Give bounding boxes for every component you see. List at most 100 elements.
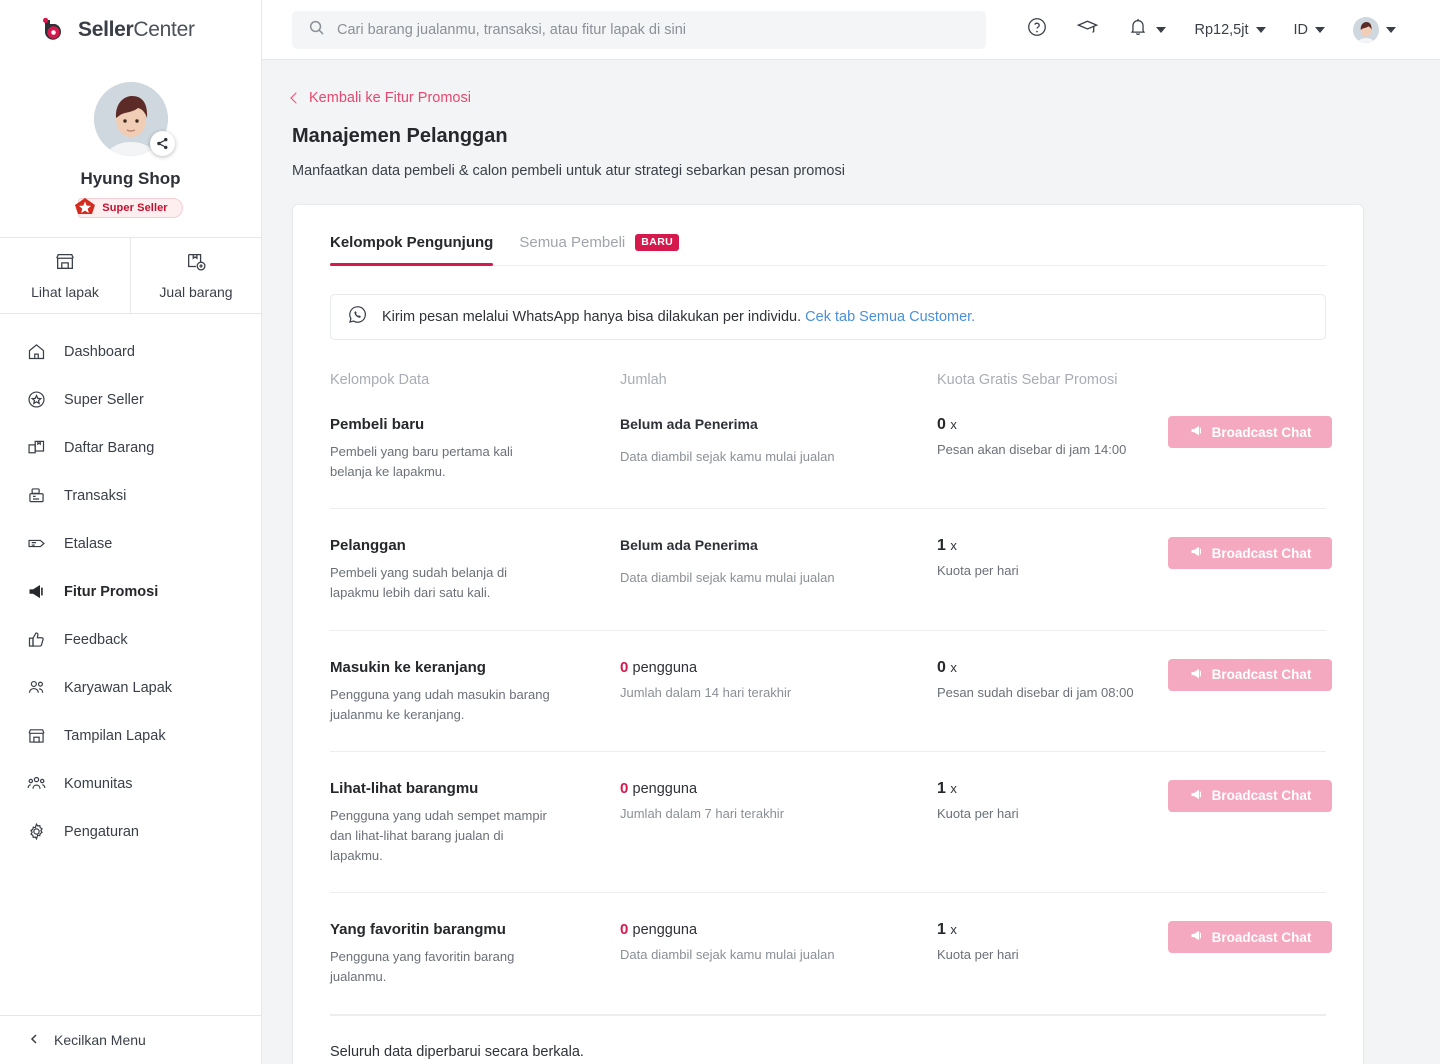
community-icon: [24, 772, 48, 796]
sidebar-item-feedback[interactable]: Feedback: [0, 616, 261, 664]
row-jumlah-cell: 0 pengguna Jumlah dalam 14 hari terakhir: [620, 659, 937, 725]
row-name: Yang favoritin barangmu: [330, 921, 506, 939]
table-footnote: Seluruh data diperbarui secara berkala.: [330, 1014, 1326, 1064]
tab-semua-pembeli[interactable]: Semua Pembeli BARU: [519, 234, 680, 265]
row-group-cell: Pelanggan Pembeli yang sudah belanja di …: [330, 537, 620, 603]
graduation-cap-icon: [1076, 16, 1099, 44]
megaphone-icon: [1189, 544, 1204, 562]
home-icon: [24, 340, 48, 364]
jumlah-value: 0: [620, 921, 629, 939]
whatsapp-notice: Kirim pesan melalui WhatsApp hanya bisa …: [330, 294, 1326, 340]
row-name: Lihat-lihat barangmu: [330, 779, 479, 797]
broadcast-chat-button[interactable]: Broadcast Chat: [1168, 416, 1332, 448]
star-circle-icon: [24, 388, 48, 412]
sidebar-item-komunitas[interactable]: Komunitas: [0, 760, 261, 808]
product-list-icon: [24, 436, 48, 460]
quick-action-jual-barang[interactable]: Jual barang: [130, 237, 261, 313]
sidebar-item-transaksi[interactable]: Transaksi: [0, 472, 261, 520]
row-group-cell: Yang favoritin barangmu Pengguna yang fa…: [330, 921, 620, 987]
jumlah-unit: pengguna: [632, 659, 698, 676]
column-header-jumlah: Jumlah: [620, 372, 667, 388]
page-title: Manajemen Pelanggan: [292, 125, 508, 147]
row-jumlah-cell: Belum ada Penerima Data diambil sejak ka…: [620, 537, 937, 603]
megaphone-icon: [24, 580, 48, 604]
share-icon[interactable]: [149, 131, 175, 156]
row-quota-cell: 1 x Kuota per hari: [937, 780, 1168, 866]
sidebar-item-super-seller[interactable]: Super Seller: [0, 376, 261, 424]
row-quota-sub: Kuota per hari: [937, 947, 1019, 963]
row-jumlah-cell: 0 pengguna Data diambil sejak kamu mulai…: [620, 921, 937, 987]
sidebar-item-karyawan-lapak[interactable]: Karyawan Lapak: [0, 664, 261, 712]
account-button[interactable]: [1339, 10, 1410, 50]
cash-register-icon: [24, 484, 48, 508]
whatsapp-notice-text: Kirim pesan melalui WhatsApp hanya bisa …: [382, 309, 975, 325]
broadcast-chat-button[interactable]: Broadcast Chat: [1168, 658, 1332, 691]
row-jumlah-title: Belum ada Penerima: [620, 416, 758, 432]
row-group-cell: Lihat-lihat barangmu Pengguna yang udah …: [330, 780, 620, 866]
topbar-actions: Rp12,5jt ID: [1012, 10, 1410, 50]
quota-unit: x: [950, 538, 957, 554]
row-jumlah-number: 0 pengguna: [620, 780, 937, 797]
table-row: Masukin ke keranjang Pengguna yang udah …: [330, 631, 1332, 752]
sidebar-item-dashboard[interactable]: Dashboard: [0, 328, 261, 376]
row-name: Masukin ke keranjang: [330, 658, 486, 676]
chevron-left-icon: [290, 92, 302, 104]
notification-button[interactable]: [1113, 10, 1180, 50]
sidebar-item-pengaturan[interactable]: Pengaturan: [0, 808, 261, 856]
sidebar-item-label: Feedback: [64, 631, 128, 648]
star-badge-icon: [73, 196, 97, 221]
sidebar-item-etalase[interactable]: Etalase: [0, 520, 261, 568]
row-action-cell: Broadcast Chat: [1168, 921, 1332, 987]
broadcast-chat-button[interactable]: Broadcast Chat: [1168, 779, 1332, 812]
whatsapp-icon: [347, 304, 368, 330]
quota-unit: x: [950, 922, 957, 938]
tag-icon: [24, 532, 48, 556]
tab-kelompok-pengunjung[interactable]: Kelompok Pengunjung: [330, 234, 494, 266]
balance-button[interactable]: Rp12,5jt: [1180, 10, 1279, 50]
row-quota-number: 1 x: [937, 780, 1168, 798]
broadcast-chat-label: Broadcast Chat: [1211, 545, 1312, 561]
bell-icon: [1127, 16, 1149, 43]
row-name: Pelanggan: [330, 537, 406, 555]
sidebar-item-tampilan-lapak[interactable]: Tampilan Lapak: [0, 712, 261, 760]
jumlah-unit: pengguna: [632, 780, 698, 797]
sidebar-item-daftar-barang[interactable]: Daftar Barang: [0, 424, 261, 472]
help-circle-icon: [1026, 16, 1048, 43]
brand-title: SellerCenter: [78, 18, 195, 42]
broadcast-chat-button[interactable]: Broadcast Chat: [1168, 537, 1332, 570]
academy-button[interactable]: [1062, 10, 1113, 50]
shop-profile: Hyung Shop Super Seller: [0, 60, 261, 237]
row-quota-sub: Pesan akan disebar di jam 14:00: [937, 442, 1127, 457]
chevron-down-icon: [1255, 26, 1266, 33]
quick-action-label: Jual barang: [159, 284, 233, 300]
sidebar-item-label: Daftar Barang: [64, 439, 155, 456]
notice-link[interactable]: Cek tab Semua Customer.: [805, 309, 975, 325]
back-link[interactable]: Kembali ke Fitur Promosi: [290, 90, 471, 106]
search-input[interactable]: [337, 21, 971, 38]
quota-value: 1: [937, 779, 946, 797]
sidebar-item-fitur-promosi[interactable]: Fitur Promosi: [0, 568, 261, 616]
broadcast-chat-button[interactable]: Broadcast Chat: [1168, 921, 1332, 954]
user-avatar: [1353, 16, 1379, 43]
table-row: Lihat-lihat barangmu Pengguna yang udah …: [330, 752, 1332, 894]
bukalapak-logo-icon: [42, 17, 70, 43]
app-root: SellerCenter Hyung Shop Super Seller Lih…: [0, 0, 1440, 1064]
row-quota-number: 1 x: [937, 921, 1168, 939]
row-action-cell: Broadcast Chat: [1168, 537, 1332, 603]
help-button[interactable]: [1012, 10, 1062, 50]
avatar[interactable]: [93, 82, 175, 156]
language-button[interactable]: ID: [1280, 10, 1340, 50]
quick-action-lihat-lapak[interactable]: Lihat lapak: [0, 237, 130, 313]
row-description: Pengguna yang favoritin barang jualanmu.: [330, 949, 515, 985]
search-bar[interactable]: [292, 10, 987, 49]
brand-logo-area[interactable]: SellerCenter: [0, 0, 261, 60]
sidebar-item-label: Transaksi: [64, 487, 127, 504]
row-quota-cell: 0 x Pesan akan disebar di jam 14:00: [937, 416, 1168, 482]
megaphone-icon: [1189, 666, 1204, 684]
megaphone-icon: [1189, 423, 1204, 441]
collapse-menu-button[interactable]: Kecilkan Menu: [0, 1015, 261, 1064]
customer-management-card: Kelompok Pengunjung Semua Pembeli BARU K…: [292, 204, 1364, 1064]
row-quota-cell: 1 x Kuota per hari: [937, 537, 1168, 603]
row-jumlah-sub: Data diambil sejak kamu mulai jualan: [620, 947, 835, 963]
row-description: Pengguna yang udah sempet mampir dan lih…: [330, 807, 547, 864]
